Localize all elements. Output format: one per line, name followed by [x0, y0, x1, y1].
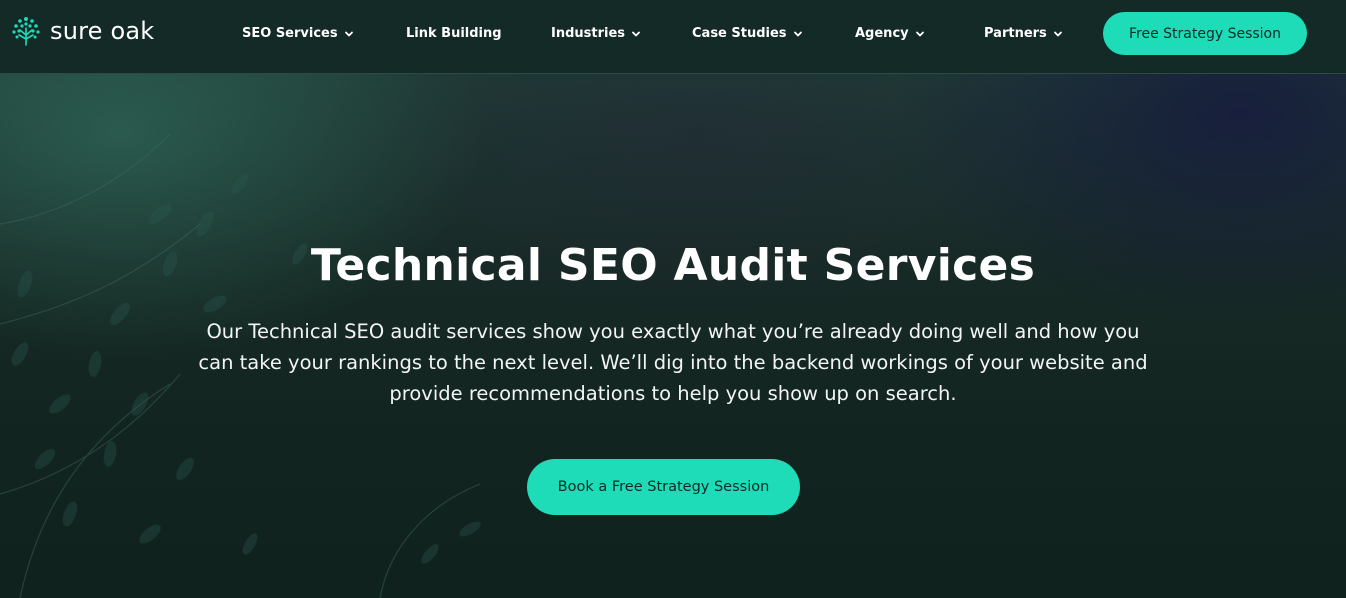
logo[interactable]: sure oak: [10, 14, 154, 48]
free-strategy-session-button[interactable]: Free Strategy Session: [1103, 12, 1307, 55]
chevron-down-icon: [915, 28, 925, 38]
chevron-down-icon: [631, 28, 641, 38]
nav-item-link-building[interactable]: Link Building: [406, 24, 502, 42]
nav-item-label: Case Studies: [692, 25, 787, 41]
nav-item-label: SEO Services: [242, 25, 338, 41]
nav-item-label: Agency: [855, 25, 909, 41]
chevron-down-icon: [793, 28, 803, 38]
nav-item-seo-services[interactable]: SEO Services: [242, 24, 354, 42]
logo-text: sure oak: [50, 17, 155, 45]
nav-item-label: Partners: [984, 25, 1047, 41]
page-title: Technical SEO Audit Services: [310, 240, 1036, 291]
chevron-down-icon: [1053, 28, 1063, 38]
book-strategy-session-button[interactable]: Book a Free Strategy Session: [527, 459, 800, 515]
tree-icon: [10, 15, 42, 47]
chevron-down-icon: [344, 28, 354, 38]
hero-section: Technical SEO Audit Services Our Technic…: [0, 74, 1346, 598]
nav-item-partners[interactable]: Partners: [984, 24, 1063, 42]
nav-item-case-studies[interactable]: Case Studies: [692, 24, 803, 42]
nav-item-agency[interactable]: Agency: [855, 24, 925, 42]
nav-item-label: Link Building: [406, 25, 502, 41]
site-header: sure oak SEO Services Link Building Indu…: [0, 0, 1346, 74]
nav-item-label: Industries: [551, 25, 626, 41]
hero-description: Our Technical SEO audit services show yo…: [198, 320, 1148, 405]
nav-item-industries[interactable]: Industries: [551, 24, 641, 42]
